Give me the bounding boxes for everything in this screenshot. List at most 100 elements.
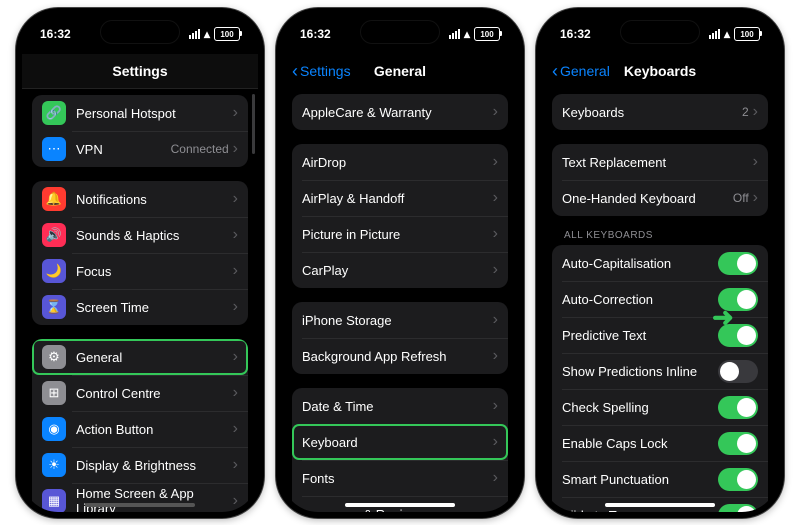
battery-icon: 100 (474, 27, 500, 41)
chevron-left-icon: ‹ (292, 62, 298, 80)
toggle-switch[interactable] (718, 468, 758, 491)
row-keyboards[interactable]: Keyboards2 › (552, 94, 768, 130)
chevron-right-icon: › (493, 397, 498, 415)
chevron-right-icon: › (493, 103, 498, 121)
chevron-right-icon: › (233, 384, 238, 402)
row-label: Home Screen & App Library (76, 486, 233, 512)
toggle-switch[interactable] (718, 252, 758, 275)
toggle-switch[interactable] (718, 504, 758, 513)
chevron-right-icon: › (753, 103, 758, 121)
row-notifications[interactable]: 🔔 Notifications› (32, 181, 248, 217)
app-icon: ⊞ (42, 381, 66, 405)
toggle-switch[interactable] (718, 288, 758, 311)
row-label: Predictive Text (562, 328, 718, 343)
app-icon: ◉ (42, 417, 66, 441)
row-label: General (76, 350, 233, 365)
row-label: Text Replacement (562, 155, 753, 170)
group-general: ⚙General›⊞Control Centre›◉Action Button›… (32, 339, 248, 512)
home-indicator[interactable] (85, 503, 195, 507)
row-label: iPhone Storage (302, 313, 493, 328)
row-label: One-Handed Keyboard (562, 191, 733, 206)
navbar: ‹Settings General (282, 54, 518, 88)
app-icon: 🔔 (42, 187, 66, 211)
row-sounds-haptics[interactable]: 🔊Sounds & Haptics› (32, 217, 248, 253)
app-icon: ⋯ (42, 137, 66, 161)
row-airdrop[interactable]: AirDrop› (292, 144, 508, 180)
toggle-switch[interactable] (718, 324, 758, 347)
row-label: Background App Refresh (302, 349, 493, 364)
signal-icon (189, 29, 200, 39)
row-check-spelling[interactable]: Check Spelling (552, 389, 768, 425)
row-vpn[interactable]: ⋯VPNConnected› (32, 131, 248, 167)
row-label: AirDrop (302, 155, 493, 170)
row-general[interactable]: ⚙ General› (32, 339, 248, 375)
chevron-right-icon: › (233, 420, 238, 438)
app-icon: ☀ (42, 453, 66, 477)
status-time: 16:32 (40, 27, 71, 41)
toggle-switch[interactable] (718, 432, 758, 455)
scrollbar[interactable] (252, 94, 255, 154)
row-focus[interactable]: 🌙Focus› (32, 253, 248, 289)
row-applecare-warranty[interactable]: AppleCare & Warranty› (292, 94, 508, 130)
toggle-switch[interactable] (718, 396, 758, 419)
row-value: 2 (742, 105, 749, 119)
wifi-icon: ▴ (464, 27, 470, 41)
row-keyboard[interactable]: Keyboard› (292, 424, 508, 460)
row-show-predictions-inline[interactable]: Show Predictions Inline (552, 353, 768, 389)
row-display-brightness[interactable]: ☀Display & Brightness› (32, 447, 248, 483)
row-personal-hotspot[interactable]: 🔗Personal Hotspot› (32, 95, 248, 131)
row-carplay[interactable]: CarPlay› (292, 252, 508, 288)
chevron-right-icon: › (233, 190, 238, 208)
row-text-replacement[interactable]: Text Replacement› (552, 144, 768, 180)
row-screen-time[interactable]: ⌛Screen Time› (32, 289, 248, 325)
row-home-screen-app-library[interactable]: ▦Home Screen & App Library› (32, 483, 248, 512)
app-icon: 🌙 (42, 259, 66, 283)
row-label: Date & Time (302, 399, 493, 414)
row-background-app-refresh[interactable]: Background App Refresh› (292, 338, 508, 374)
group-network: 🔗Personal Hotspot›⋯VPNConnected› (32, 95, 248, 167)
row-enable-caps-lock[interactable]: Enable Caps Lock (552, 425, 768, 461)
row-label: Slide to Type (562, 508, 718, 513)
back-button[interactable]: ‹Settings (292, 62, 351, 80)
app-icon: ⌛ (42, 295, 66, 319)
row-value: Off (733, 191, 749, 205)
row-picture-in-picture[interactable]: Picture in Picture› (292, 216, 508, 252)
chevron-right-icon: › (493, 311, 498, 329)
row-action-button[interactable]: ◉ Action Button› (32, 411, 248, 447)
row-smart-punctuation[interactable]: Smart Punctuation (552, 461, 768, 497)
row-auto-capitalisation[interactable]: Auto-Capitalisation (552, 245, 768, 281)
row-predictive-text[interactable]: Predictive Text (552, 317, 768, 353)
row-label: Action Button (76, 422, 233, 437)
row-label: AirPlay & Handoff (302, 191, 493, 206)
home-indicator[interactable] (345, 503, 455, 507)
row-label: AppleCare & Warranty (302, 105, 493, 120)
chevron-right-icon: › (233, 262, 238, 280)
row-label: Enable Caps Lock (562, 436, 718, 451)
toggle-switch[interactable] (718, 360, 758, 383)
chevron-right-icon: › (493, 505, 498, 512)
row-label: Notifications (76, 192, 233, 207)
row-fonts[interactable]: Fonts› (292, 460, 508, 496)
row-iphone-storage[interactable]: iPhone Storage› (292, 302, 508, 338)
chevron-right-icon: › (753, 153, 758, 171)
row-one-handed-keyboard[interactable]: One-Handed KeyboardOff› (552, 180, 768, 216)
group-datetime: Date & Time›Keyboard›Fonts›Language & Re… (292, 388, 508, 512)
wifi-icon: ▴ (204, 27, 210, 41)
app-icon: ▦ (42, 489, 66, 512)
back-button[interactable]: ‹General (552, 62, 610, 80)
row-label: Auto-Correction (562, 292, 718, 307)
row-label: Keyboards (562, 105, 742, 120)
app-icon: ⚙ (42, 345, 66, 369)
chevron-right-icon: › (233, 348, 238, 366)
row-control-centre[interactable]: ⊞Control Centre› (32, 375, 248, 411)
row-date-time[interactable]: Date & Time› (292, 388, 508, 424)
row-auto-correction[interactable]: Auto-Correction (552, 281, 768, 317)
battery-icon: 100 (214, 27, 240, 41)
row-label: Auto-Capitalisation (562, 256, 718, 271)
row-airplay-handoff[interactable]: AirPlay & Handoff› (292, 180, 508, 216)
home-indicator[interactable] (605, 503, 715, 507)
row-label: Display & Brightness (76, 458, 233, 473)
row-label: Smart Punctuation (562, 472, 718, 487)
chevron-right-icon: › (493, 469, 498, 487)
back-label: Settings (300, 63, 351, 79)
